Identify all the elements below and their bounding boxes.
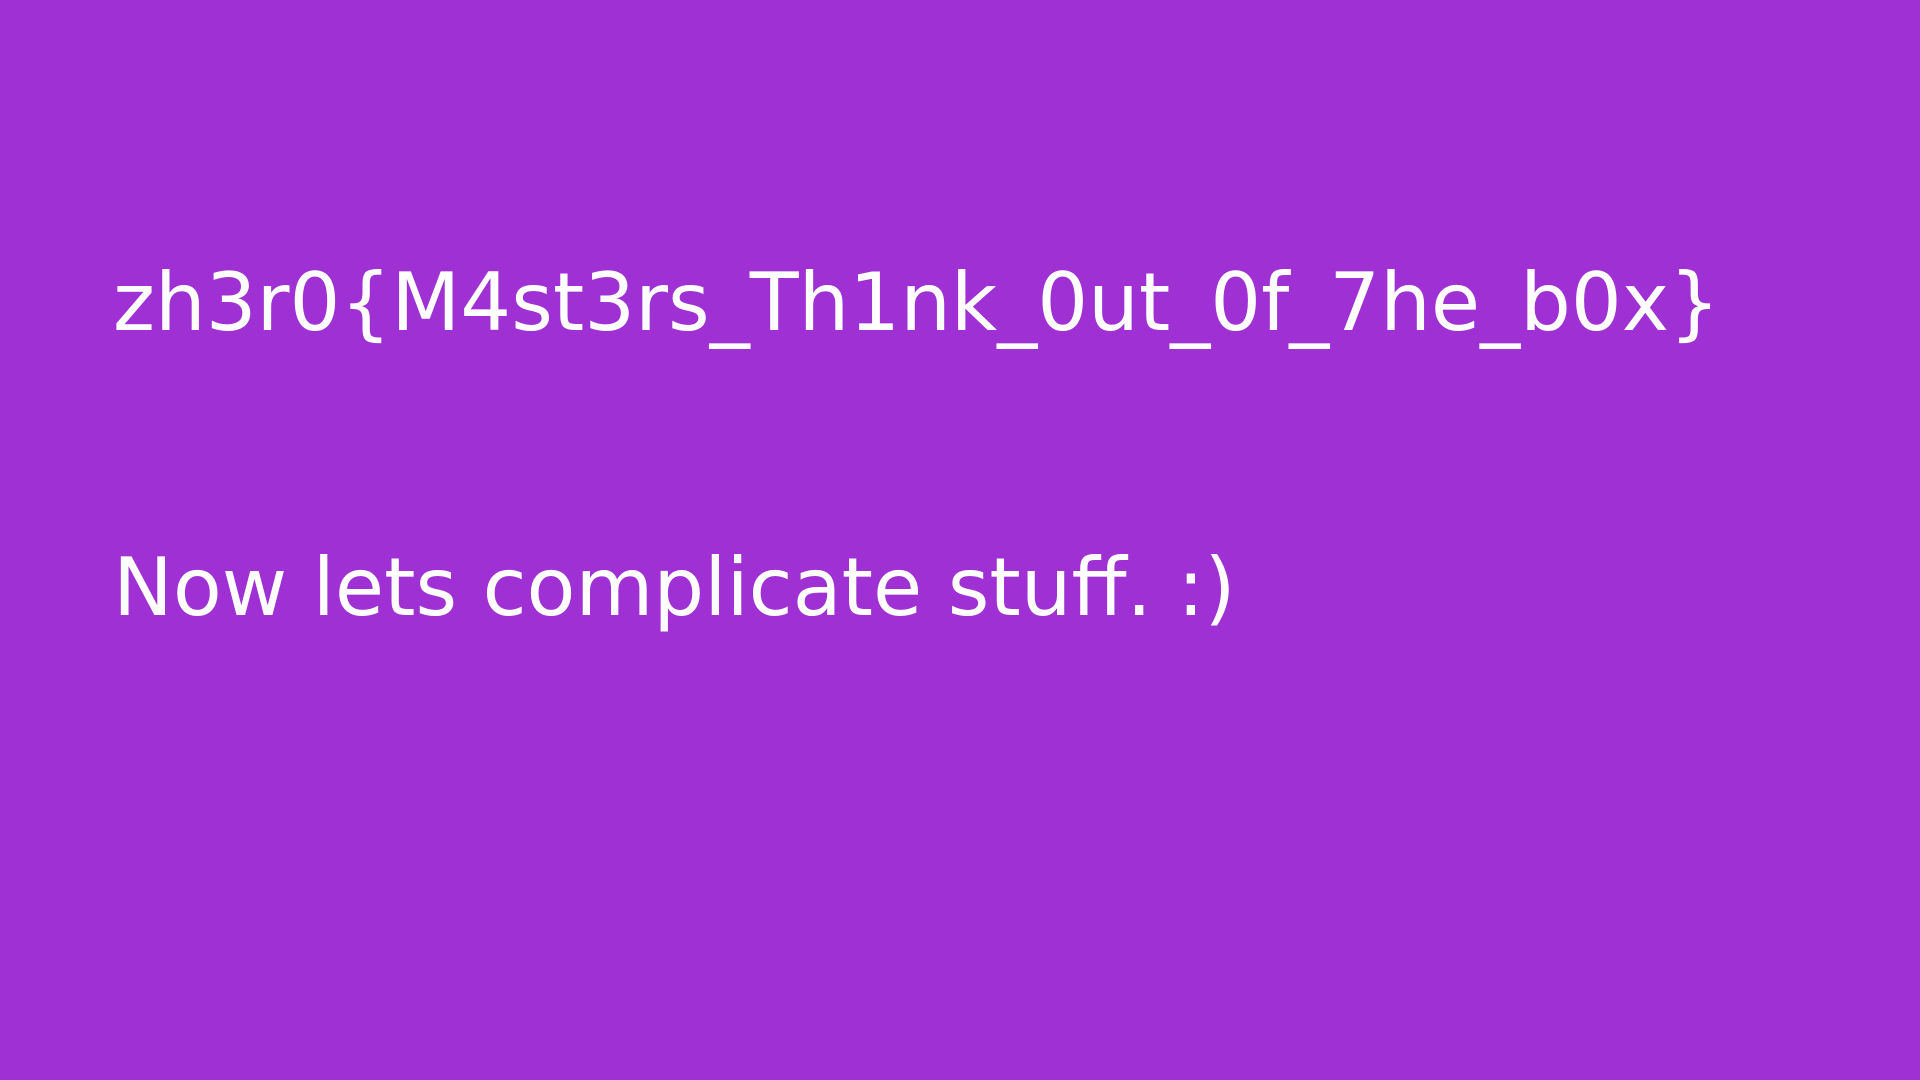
message-text: Now lets complicate stuff. :)	[113, 541, 1236, 634]
slide-canvas: zh3r0{M4st3rs_Th1nk_0ut_0f_7he_b0x} Now …	[0, 0, 1920, 1080]
flag-text: zh3r0{M4st3rs_Th1nk_0ut_0f_7he_b0x}	[113, 256, 1720, 349]
